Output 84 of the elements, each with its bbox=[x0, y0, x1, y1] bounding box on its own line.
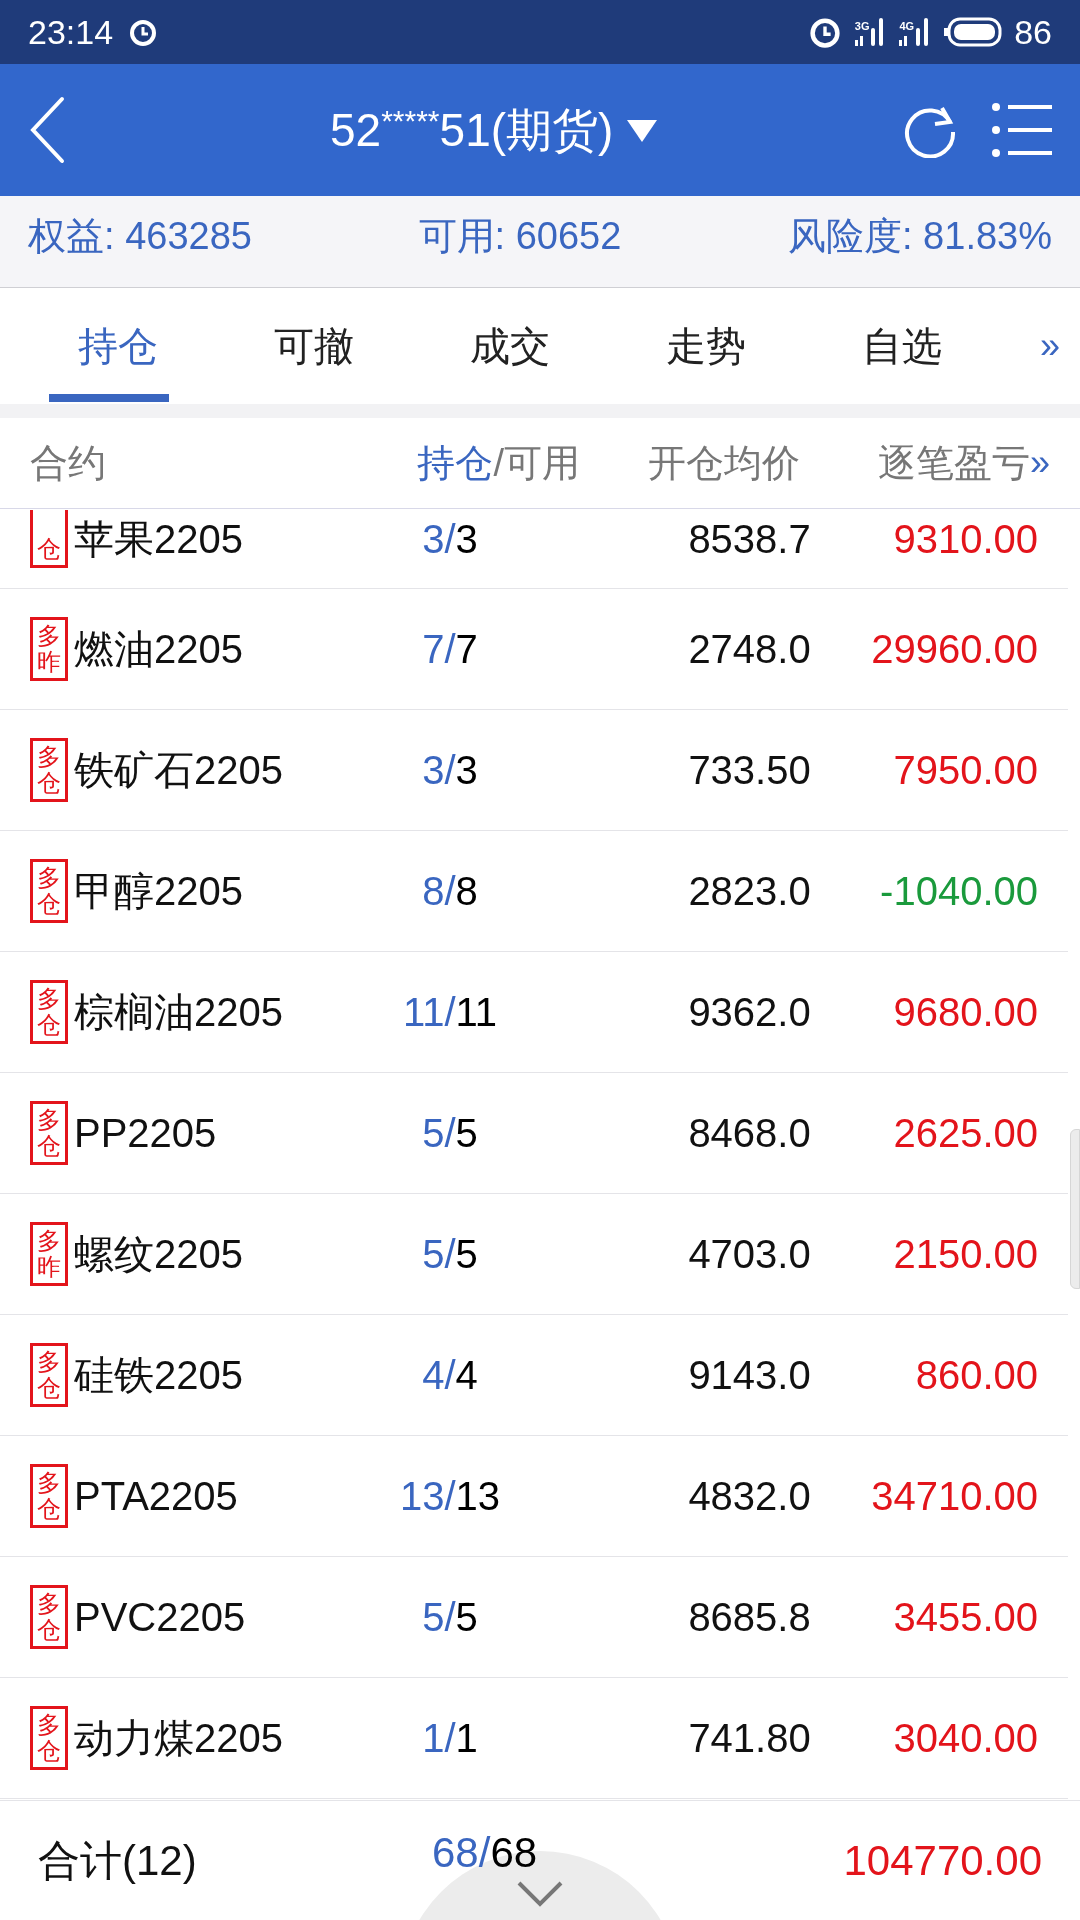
open-price: 4703.0 bbox=[687, 1231, 811, 1278]
contract-name: PVC2205 bbox=[74, 1594, 246, 1641]
contract-name: 苹果2205 bbox=[74, 516, 243, 563]
open-price: 2823.0 bbox=[687, 868, 811, 915]
more-columns-arrow[interactable]: » bbox=[1030, 436, 1050, 490]
profit-loss: 34710.00 bbox=[870, 1473, 1038, 1520]
tab[interactable]: 成交 bbox=[412, 288, 608, 404]
profit-loss: 2150.00 bbox=[892, 1231, 1038, 1278]
summary-stat: 风险度: 81.83% bbox=[788, 214, 1052, 259]
column-header: 开仓均价 bbox=[647, 440, 800, 486]
column-header: 逐笔盈亏 bbox=[877, 440, 1030, 486]
position-badge: 多仓 bbox=[30, 858, 68, 924]
holding-count: 3/3 bbox=[421, 516, 479, 563]
position-row[interactable]: 仓 苹果2205 3/3 8538.7 9310.00 bbox=[0, 509, 1068, 589]
contract-name: 硅铁2205 bbox=[74, 1352, 243, 1399]
holding-count: 1/1 bbox=[421, 1715, 479, 1762]
contract-name: 棕榈油2205 bbox=[74, 989, 283, 1036]
position-badge: 多仓 bbox=[30, 737, 68, 803]
holding-count: 8/8 bbox=[421, 868, 479, 915]
profit-loss: 3040.00 bbox=[892, 1715, 1038, 1762]
network-label: 4G bbox=[899, 21, 915, 32]
more-tabs-arrow[interactable]: » bbox=[1039, 319, 1060, 373]
profit-loss: 3455.00 bbox=[892, 1594, 1038, 1641]
holding-count: 4/4 bbox=[421, 1352, 479, 1399]
tab[interactable]: 走势 bbox=[608, 288, 804, 404]
profit-loss: 2625.00 bbox=[892, 1110, 1038, 1157]
tab[interactable]: 自选 bbox=[804, 288, 1000, 404]
holding-count: 5/5 bbox=[421, 1110, 479, 1157]
holding-count: 3/3 bbox=[421, 747, 479, 794]
account-dropdown[interactable]: 52$^{*****}$51(期货) bbox=[330, 98, 658, 162]
open-price: 2748.0 bbox=[687, 626, 811, 673]
contract-name: 甲醇2205 bbox=[74, 868, 243, 915]
position-badge: 多仓 bbox=[30, 1463, 68, 1529]
chevron-down-icon bbox=[517, 1881, 563, 1907]
battery-level: 86 bbox=[1014, 11, 1052, 53]
profit-loss: 9680.00 bbox=[892, 989, 1038, 1036]
summary-stat: 权益: 463285 bbox=[28, 214, 252, 259]
profit-loss: -1040.00 bbox=[879, 868, 1038, 915]
open-price: 741.80 bbox=[687, 1715, 811, 1762]
position-badge: 仓 bbox=[30, 509, 68, 569]
menu-button[interactable] bbox=[992, 103, 1052, 157]
contract-name: PTA2205 bbox=[74, 1473, 238, 1520]
holding-count: 7/7 bbox=[421, 626, 479, 673]
position-badge: 多仓 bbox=[30, 1342, 68, 1408]
holding-count: 11/11 bbox=[401, 989, 499, 1036]
holding-count: 13/13 bbox=[398, 1473, 502, 1520]
summary-stat: 可用: 60652 bbox=[418, 214, 622, 259]
column-header: 合约 bbox=[30, 440, 107, 486]
position-badge: 多仓 bbox=[30, 1584, 68, 1650]
contract-name: 动力煤2205 bbox=[74, 1715, 283, 1762]
contract-name: 铁矿石2205 bbox=[74, 747, 283, 794]
profit-loss: 9310.00 bbox=[892, 516, 1038, 563]
total-label: 合计(12) bbox=[38, 1836, 198, 1886]
open-price: 9143.0 bbox=[687, 1352, 811, 1399]
caret-icon bbox=[627, 118, 658, 142]
menu-icon bbox=[992, 103, 1052, 157]
total-holding: 68/68 bbox=[432, 1828, 538, 1878]
holding-count: 5/5 bbox=[421, 1231, 479, 1278]
position-badge: 多昨 bbox=[30, 1221, 68, 1287]
profit-loss: 860.00 bbox=[914, 1352, 1038, 1399]
battery-icon bbox=[944, 17, 1003, 47]
network-label: 3G bbox=[854, 21, 870, 32]
tab[interactable]: 持仓 bbox=[20, 288, 216, 404]
status-time: 23:14 bbox=[28, 11, 114, 53]
open-price: 8685.8 bbox=[687, 1594, 811, 1641]
contract-name: PP2205 bbox=[74, 1110, 217, 1157]
column-header: 持仓/可用 bbox=[416, 440, 580, 486]
profit-loss: 7950.00 bbox=[892, 747, 1038, 794]
position-badge: 多仓 bbox=[30, 1100, 68, 1166]
back-icon bbox=[28, 95, 66, 165]
contract-name: 燃油2205 bbox=[74, 626, 243, 673]
profit-loss: 29960.00 bbox=[870, 626, 1038, 673]
open-price: 4832.0 bbox=[687, 1473, 811, 1520]
open-price: 8538.7 bbox=[687, 516, 811, 563]
position-badge: 多仓 bbox=[30, 979, 68, 1045]
holding-count: 5/5 bbox=[421, 1594, 479, 1641]
open-price: 8468.0 bbox=[687, 1110, 811, 1157]
position-badge: 多仓 bbox=[30, 1705, 68, 1771]
total-profit: 104770.00 bbox=[843, 1836, 1042, 1886]
contract-name: 螺纹2205 bbox=[74, 1231, 243, 1278]
open-price: 9362.0 bbox=[687, 989, 811, 1036]
position-badge: 多昨 bbox=[30, 616, 68, 682]
tab[interactable]: 可撤 bbox=[216, 288, 412, 404]
open-price: 733.50 bbox=[687, 747, 811, 794]
